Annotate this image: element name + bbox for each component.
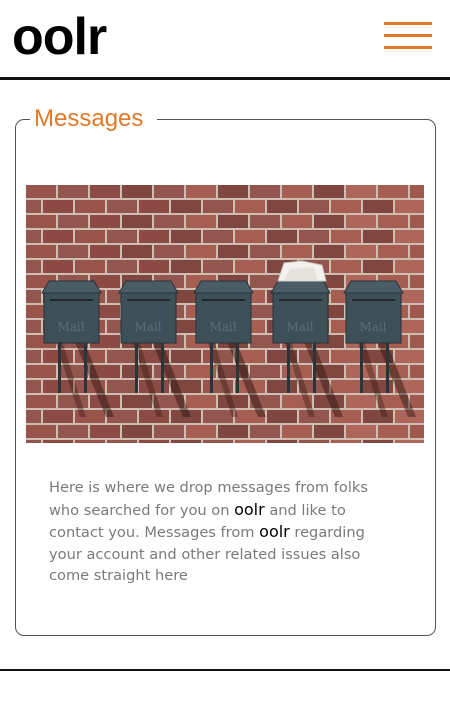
app-logo[interactable]: oolr — [12, 6, 107, 68]
app-header: oolr — [0, 0, 450, 80]
footer-divider — [0, 669, 450, 671]
menu-bar-bottom — [384, 46, 432, 49]
mailbox-label: Mail — [286, 320, 313, 334]
messages-description: Here is where we drop messages from folk… — [49, 477, 379, 587]
mailboxes-illustration: Mail Mail Mail Mail Mail — [26, 185, 424, 443]
brand-name: oolr — [259, 522, 290, 542]
header-divider — [0, 77, 450, 80]
brand-name: oolr — [234, 499, 265, 519]
mailboxes-photo: Mail Mail Mail Mail Mail — [26, 185, 424, 443]
hamburger-menu-icon[interactable] — [384, 20, 432, 52]
menu-bar-middle — [384, 34, 432, 37]
mailbox-label: Mail — [57, 320, 84, 334]
mailbox-label: Mail — [209, 320, 236, 334]
panel-title: Messages — [30, 104, 158, 134]
mailbox-label: Mail — [134, 320, 161, 334]
menu-bar-top — [384, 22, 432, 25]
mailbox-label: Mail — [359, 320, 386, 334]
